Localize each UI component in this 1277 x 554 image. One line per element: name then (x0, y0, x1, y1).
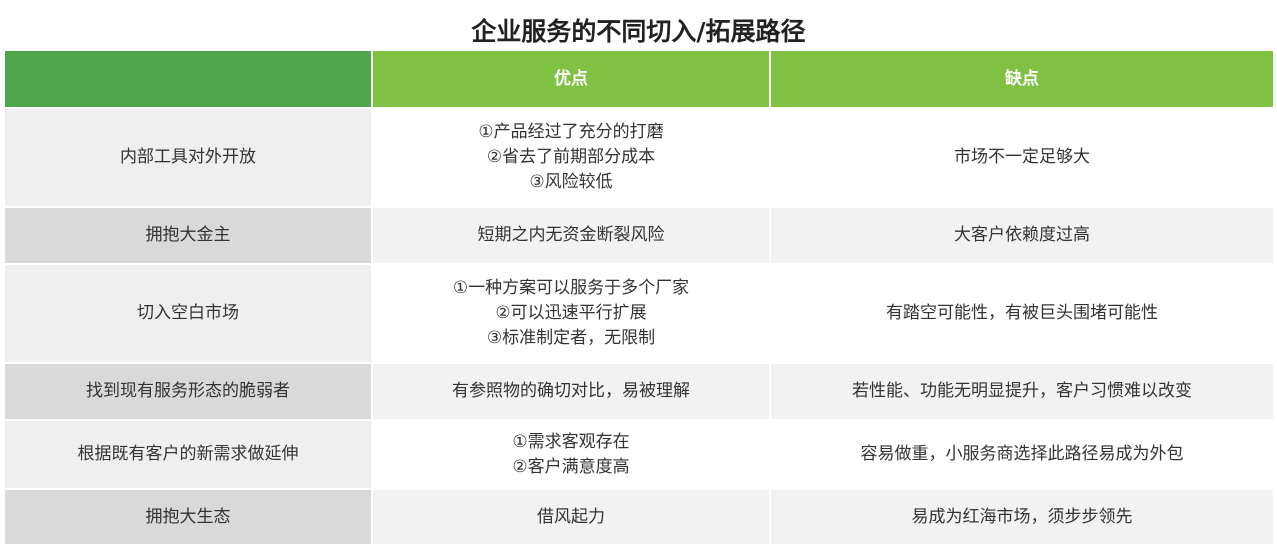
pros-cell: ①需求客观存在 ②客户满意度高 (372, 420, 771, 490)
cons-line: 有踏空可能性，有被巨头围堵可能性 (886, 303, 1158, 323)
pros-cell: 有参照物的确切对比，易被理解 (372, 363, 771, 421)
pros-cell: 借风起力 (372, 489, 771, 546)
table-row: 拥抱大金主 短期之内无资金断裂风险 大客户依赖度过高 (5, 207, 1273, 265)
cons-line: 易成为红海市场，须步步领先 (911, 506, 1133, 527)
cons-cell: 有踏空可能性，有被巨头围堵可能性 (770, 264, 1273, 364)
cons-line: 市场不一定足够大 (954, 147, 1090, 167)
table-row: 拥抱大生态 借风起力 易成为红海市场，须步步领先 (5, 489, 1273, 546)
cons-line: 若性能、功能无明显提升，客户习惯难以改变 (852, 381, 1192, 401)
pros-line: ②可以迅速平行扩展 (495, 303, 647, 323)
pros-line: ②省去了前期部分成本 (486, 147, 656, 167)
cons-cell: 大客户依赖度过高 (770, 207, 1273, 265)
pros-line: ③标准制定者，无限制 (486, 328, 656, 348)
header-cons: 缺点 (770, 51, 1273, 109)
header-row: 优点 缺点 (5, 51, 1273, 109)
comparison-table: 优点 缺点 内部工具对外开放 ①产品经过了充分的打磨 ②省去了前期部分成本 ③风… (5, 51, 1273, 546)
pros-line: ②客户满意度高 (512, 456, 630, 477)
row-label: 内部工具对外开放 (5, 108, 373, 208)
row-label: 拥抱大金主 (5, 207, 373, 265)
pros-line: 有参照物的确切对比，易被理解 (452, 381, 690, 401)
cons-line: 大客户依赖度过高 (954, 225, 1090, 245)
cons-cell: 若性能、功能无明显提升，客户习惯难以改变 (770, 363, 1273, 421)
row-label: 拥抱大生态 (5, 489, 373, 546)
header-pros: 优点 (372, 51, 771, 109)
cons-cell: 市场不一定足够大 (770, 108, 1273, 208)
table-row: 根据既有客户的新需求做延伸 ①需求客观存在 ②客户满意度高 容易做重，小服务商选… (5, 420, 1273, 490)
pros-line: ③风险较低 (529, 172, 613, 192)
cons-cell: 易成为红海市场，须步步领先 (770, 489, 1273, 546)
pros-line: ①产品经过了充分的打磨 (478, 122, 664, 142)
pros-cell: ①一种方案可以服务于多个厂家 ②可以迅速平行扩展 ③标准制定者，无限制 (372, 264, 771, 364)
pros-cell: ①产品经过了充分的打磨 ②省去了前期部分成本 ③风险较低 (372, 108, 771, 208)
pros-line: ①一种方案可以服务于多个厂家 (452, 278, 690, 298)
cons-cell: 容易做重，小服务商选择此路径易成为外包 (770, 420, 1273, 490)
page-title: 企业服务的不同切入/拓展路径 (471, 17, 806, 46)
pros-line: 借风起力 (537, 506, 605, 527)
pros-line: ①需求客观存在 (512, 431, 630, 452)
table-row: 切入空白市场 ①一种方案可以服务于多个厂家 ②可以迅速平行扩展 ③标准制定者，无… (5, 264, 1273, 364)
cons-line: 容易做重，小服务商选择此路径易成为外包 (860, 444, 1184, 464)
header-corner-cell (5, 51, 373, 109)
row-label: 切入空白市场 (5, 264, 373, 364)
pros-line: 短期之内无资金断裂风险 (477, 225, 665, 245)
row-label: 找到现有服务形态的脆弱者 (5, 363, 373, 421)
table-row: 找到现有服务形态的脆弱者 有参照物的确切对比，易被理解 若性能、功能无明显提升，… (5, 363, 1273, 421)
pros-cell: 短期之内无资金断裂风险 (372, 207, 771, 265)
row-label: 根据既有客户的新需求做延伸 (5, 420, 373, 490)
table-row: 内部工具对外开放 ①产品经过了充分的打磨 ②省去了前期部分成本 ③风险较低 市场… (5, 108, 1273, 208)
